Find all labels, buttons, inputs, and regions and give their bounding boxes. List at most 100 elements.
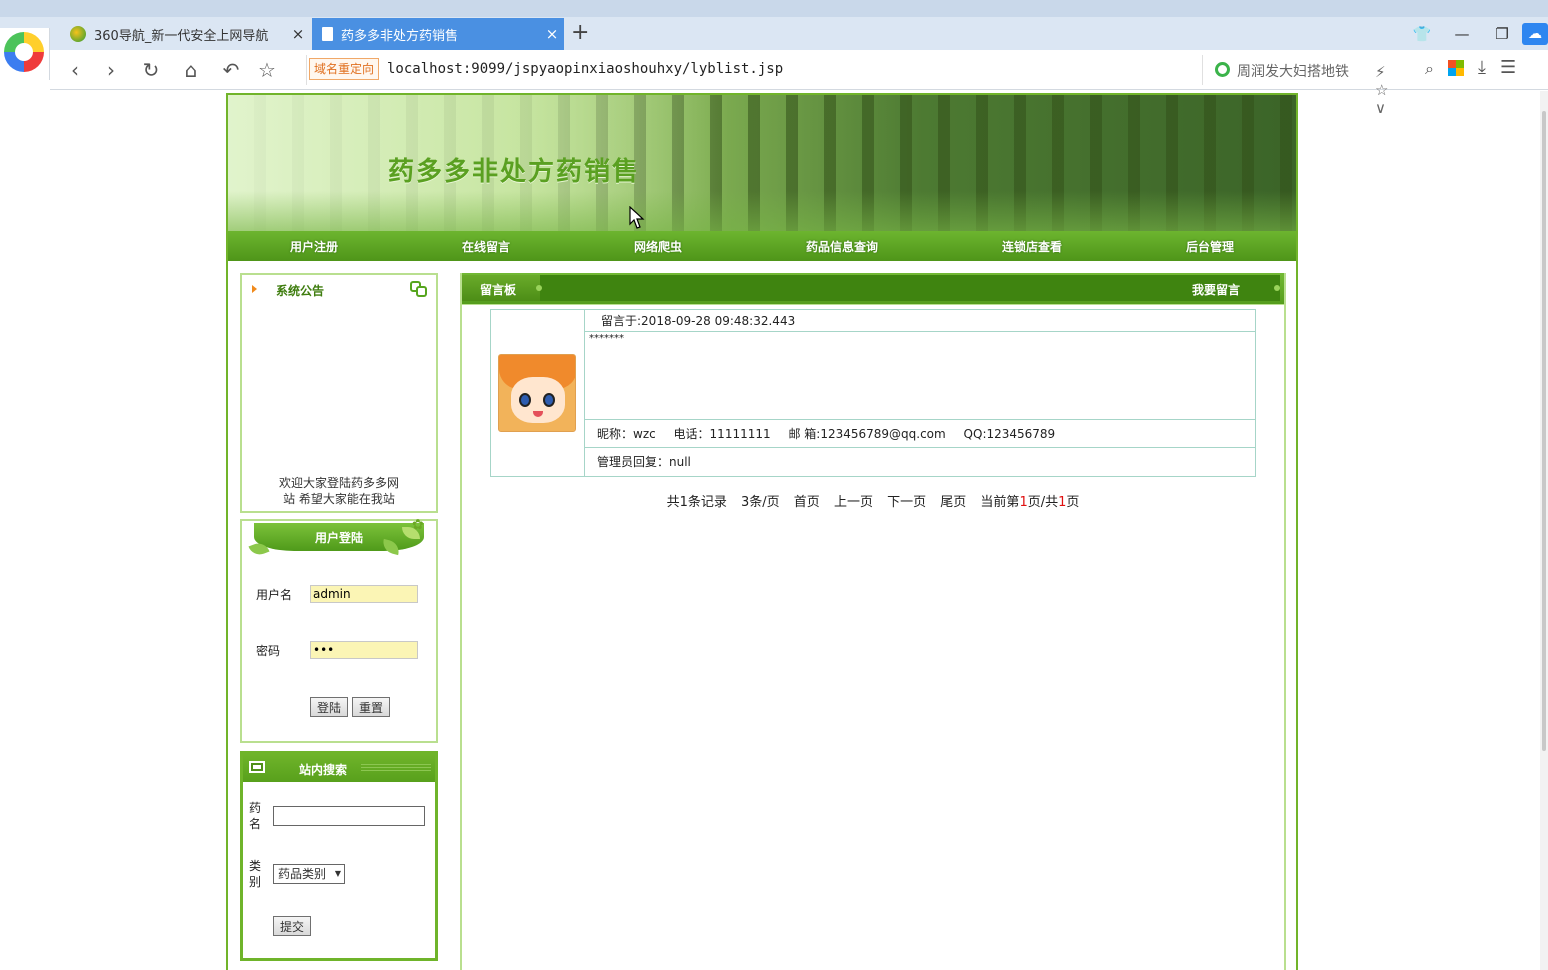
search-title: 站内搜索 — [299, 763, 348, 777]
avatar — [498, 354, 576, 432]
pagination: 共1条记录 3条/页 首页 上一页 下一页 尾页 当前第1页/共1页 — [462, 491, 1284, 510]
username-label: 用户名 — [256, 587, 293, 602]
address-bar[interactable]: 域名重定向 localhost:9099/jspyaopinxiaoshouhx… — [306, 55, 1388, 117]
tab-label: 360导航_新一代安全上网导航 — [94, 28, 269, 44]
category-label: 类别 — [249, 859, 262, 889]
web-page: 药多多非处方药销售 用户注册 在线留言 网络爬虫 药品信息查询 连锁店查看 后台… — [220, 91, 1308, 970]
username-input[interactable] — [310, 585, 418, 603]
board-header-bar — [540, 275, 1280, 301]
search-submit-button[interactable]: 提交 — [273, 916, 312, 936]
arrow-right-icon — [252, 285, 257, 293]
login-panel: 用户登陆 ✿ 用户名 密码 登陆 重置 — [240, 517, 438, 743]
pager-first[interactable]: 首页 — [794, 495, 820, 510]
notice-panel: 系统公告 欢迎大家登陆药多多网 站 希望大家能在我站 — [240, 273, 438, 513]
avatar-cell — [491, 310, 585, 476]
dot-icon — [1274, 285, 1280, 291]
url-input[interactable]: localhost:9099/jspyaopinxiaoshouhxy/lybl… — [387, 61, 783, 77]
pager-last[interactable]: 尾页 — [940, 495, 966, 510]
search-header: 站内搜索 — [243, 754, 435, 782]
drug-name-row: 药名 — [249, 800, 425, 832]
notice-marquee: 欢迎大家登陆药多多网 站 希望大家能在我站 — [242, 475, 436, 507]
notice-header: 系统公告 — [242, 275, 436, 303]
page-favicon-icon — [322, 27, 333, 41]
message-contact: 昵称：wzc 电话：11111111 邮 箱:123456789@qq.com … — [585, 420, 1255, 448]
search-placeholder[interactable]: 周润发大妇搭地铁 — [1237, 61, 1349, 81]
close-tab-icon[interactable]: × — [286, 25, 310, 43]
password-label: 密码 — [256, 643, 281, 658]
shirt-icon[interactable]: 👕 — [1402, 25, 1442, 43]
redirect-badge[interactable]: 域名重定向 — [309, 58, 380, 80]
category-row: 类别 药品类别 — [249, 858, 346, 890]
drug-name-label: 药名 — [249, 801, 262, 831]
password-input[interactable] — [310, 641, 418, 659]
board-header: 留言板 我要留言 — [462, 273, 1284, 305]
cloud-icon[interactable]: ☁ — [1522, 23, 1548, 45]
browser-logo[interactable] — [0, 28, 50, 80]
message-time: 留言于:2018-09-28 09:48:32.443 — [585, 310, 1255, 332]
site-search-panel: 站内搜索 药名 类别 药品类别 提交 — [240, 751, 438, 961]
nav-admin[interactable]: 后台管理 — [1186, 238, 1234, 255]
login-button[interactable]: 登陆 — [310, 697, 349, 717]
refresh-icon[interactable]: ↻ — [136, 58, 166, 82]
leave-message-link[interactable]: 我要留言 — [1192, 281, 1240, 298]
login-buttons: 登陆 重置 — [310, 697, 391, 717]
site-frame: 药多多非处方药销售 用户注册 在线留言 网络爬虫 药品信息查询 连锁店查看 后台… — [226, 93, 1298, 970]
reset-button[interactable]: 重置 — [352, 697, 391, 717]
message-nickname: 昵称：wzc — [597, 427, 656, 441]
undo-icon[interactable]: ↶ — [216, 58, 246, 82]
message-phone: 电话：11111111 — [673, 427, 771, 441]
star-icon[interactable]: ☆ — [252, 58, 282, 82]
nav-register[interactable]: 用户注册 — [290, 238, 338, 255]
download-icon[interactable]: ⤓ — [1478, 57, 1486, 78]
browser-logo-icon — [4, 32, 44, 72]
window-title-strip — [0, 0, 1548, 17]
username-row: 用户名 — [256, 585, 418, 603]
back-icon[interactable]: ‹ — [60, 58, 90, 82]
message-email: 邮 箱:123456789@qq.com — [788, 427, 946, 441]
admin-reply: 管理员回复：null — [597, 455, 691, 469]
scrollbar-thumb[interactable] — [1542, 111, 1546, 751]
new-tab-button[interactable]: + — [571, 20, 589, 45]
search-box[interactable]: 周润发大妇搭地铁 ⌕ — [1202, 55, 1434, 85]
dropdown-icon[interactable]: ∨ — [1375, 99, 1386, 117]
login-header: 用户登陆 ✿ — [242, 517, 436, 561]
category-select[interactable]: 药品类别 — [273, 864, 346, 884]
message-entry: 留言于:2018-09-28 09:48:32.443 ******* 昵称：w… — [490, 309, 1256, 477]
notice-title: 系统公告 — [276, 284, 325, 298]
search-engine-icon — [1215, 62, 1230, 77]
home-icon[interactable]: ⌂ — [176, 58, 206, 82]
pager-next[interactable]: 下一页 — [887, 495, 926, 510]
main-nav: 用户注册 在线留言 网络爬虫 药品信息查询 连锁店查看 后台管理 — [228, 231, 1296, 261]
tab-yaoduoduo[interactable]: 药多多非处方药销售 × — [312, 18, 564, 50]
board-title: 留言板 — [480, 283, 517, 297]
search-panel-icon — [249, 761, 265, 773]
pager-current-page: 1 — [1019, 495, 1028, 510]
pager-prev[interactable]: 上一页 — [834, 495, 873, 510]
page-scrollbar[interactable] — [1540, 91, 1548, 970]
nav-chain-stores[interactable]: 连锁店查看 — [1002, 238, 1062, 255]
drug-name-input[interactable] — [273, 806, 425, 826]
butterfly-icon: ✿ — [412, 517, 424, 533]
close-tab-icon[interactable]: × — [540, 25, 564, 43]
tab-360-nav[interactable]: 360导航_新一代安全上网导航 × — [60, 18, 310, 50]
pager-current-suffix: 页 — [1066, 495, 1080, 510]
forward-icon[interactable]: › — [96, 58, 126, 82]
header-banner: 药多多非处方药销售 — [228, 95, 1296, 231]
message-board: 留言板 我要留言 留言于:2018-09-28 09:48:32.443 ***… — [460, 273, 1286, 970]
pager-total: 共1条记录 — [666, 495, 727, 510]
restore-icon[interactable]: ❐ — [1482, 25, 1522, 43]
dot-icon — [536, 285, 542, 291]
search-icon[interactable]: ⌕ — [1425, 59, 1434, 79]
nav-online-message[interactable]: 在线留言 — [462, 238, 510, 255]
nav-drug-query[interactable]: 药品信息查询 — [806, 238, 878, 255]
nav-crawler[interactable]: 网络爬虫 — [634, 238, 682, 255]
menu-icon[interactable]: ☰ — [1500, 57, 1516, 78]
message-content: ******* — [585, 332, 1255, 420]
tab-label: 药多多非处方药销售 — [341, 28, 459, 44]
window-controls: 👕 — ❐ ☁ — [1402, 18, 1548, 50]
site-title: 药多多非处方药销售 — [388, 157, 641, 187]
notice-line: 站 希望大家能在我站 — [283, 492, 395, 506]
apps-icon[interactable] — [1448, 60, 1464, 76]
header-decoration — [361, 764, 431, 772]
minimize-icon[interactable]: — — [1442, 25, 1482, 43]
